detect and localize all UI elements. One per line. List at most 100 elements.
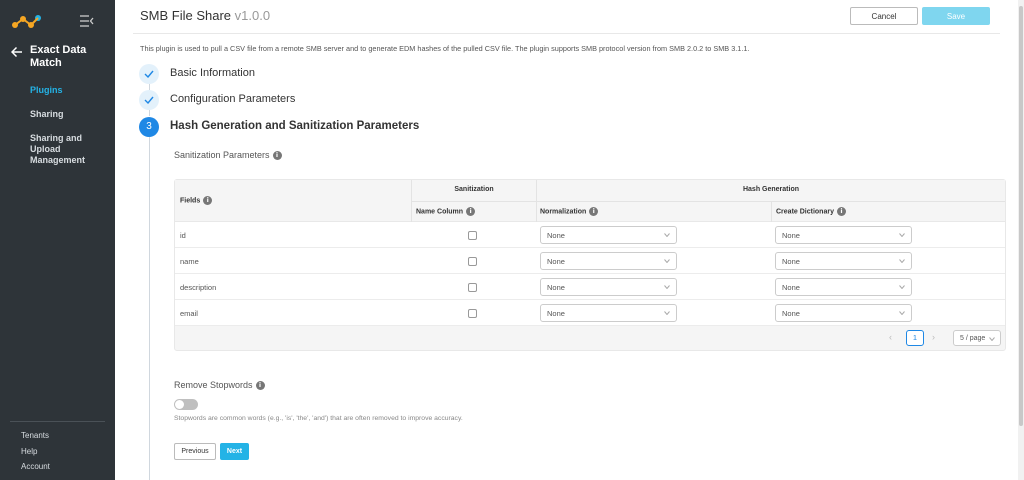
name-column-checkbox[interactable]: [468, 309, 477, 318]
table-row: description None None: [175, 274, 1005, 300]
header-normalization-text: Normalization: [540, 208, 587, 216]
field-name: id: [180, 231, 186, 240]
app-logo-icon[interactable]: [11, 14, 41, 30]
scrollbar-thumb[interactable]: [1019, 6, 1023, 426]
info-icon[interactable]: i: [836, 207, 846, 216]
sidebar-item-tenants[interactable]: Tenants: [21, 431, 50, 441]
info-icon[interactable]: i: [272, 151, 282, 161]
sidebar-item-account[interactable]: Account: [21, 462, 50, 472]
select-value: None: [547, 283, 565, 292]
plugin-version: v1.0.0: [234, 8, 271, 23]
create-dictionary-select[interactable]: None: [775, 304, 912, 322]
step-connector: [148, 110, 150, 116]
app-title: Exact Data Match: [30, 44, 87, 69]
cancel-button[interactable]: Cancel: [850, 7, 918, 25]
field-name: email: [180, 309, 198, 318]
page-title: SMB File Share v1.0.0: [140, 8, 270, 23]
section-title-text: Sanitization Parameters: [174, 150, 270, 160]
table-row: name None None: [175, 248, 1005, 274]
name-column-checkbox[interactable]: [468, 231, 477, 240]
main-content: SMB File Share v1.0.0 Cancel Save This p…: [115, 0, 1024, 480]
plugin-description: This plugin is used to pull a CSV file f…: [140, 44, 750, 53]
header-fields: Fields i: [180, 196, 213, 205]
step-done-indicator: [139, 90, 159, 110]
header-create-dictionary: Create Dictionary i: [776, 207, 846, 216]
remove-stopwords-title: Remove Stopwords i: [174, 380, 265, 391]
normalization-select[interactable]: None: [540, 304, 677, 322]
select-value: None: [782, 231, 800, 240]
stopwords-title-text: Remove Stopwords: [174, 380, 253, 390]
header-name-column-text: Name Column: [416, 208, 464, 216]
header-sanitization: Sanitization: [454, 186, 494, 193]
toggle-knob: [175, 400, 184, 409]
sidebar: Exact Data Match Plugins Sharing Sharing…: [0, 0, 115, 480]
info-icon[interactable]: i: [203, 196, 213, 205]
next-button[interactable]: Next: [220, 443, 249, 460]
create-dictionary-select[interactable]: None: [775, 252, 912, 270]
create-dictionary-select[interactable]: None: [775, 278, 912, 296]
sanitization-table: Fields i Sanitization Hash Generation Nam…: [174, 179, 1006, 351]
select-value: None: [782, 257, 800, 266]
chevron-down-icon: [899, 233, 905, 237]
chevron-down-icon: [899, 259, 905, 263]
sidebar-nav: Plugins Sharing Sharing and Upload Manag…: [30, 85, 112, 179]
sidebar-item-plugins[interactable]: Plugins: [30, 85, 112, 96]
check-icon: [144, 70, 154, 78]
pagination-page-1[interactable]: 1: [906, 330, 924, 346]
select-value: None: [547, 257, 565, 266]
name-column-checkbox[interactable]: [468, 257, 477, 266]
chevron-down-icon: [664, 285, 670, 289]
table-row: id None None: [175, 222, 1005, 248]
info-icon[interactable]: i: [589, 207, 599, 216]
header-divider: [412, 201, 1005, 202]
check-icon: [144, 96, 154, 104]
sidebar-item-help[interactable]: Help: [21, 447, 50, 457]
sidebar-divider: [10, 421, 105, 422]
previous-button[interactable]: Previous: [174, 443, 216, 460]
header-divider: [133, 33, 1000, 34]
sidebar-item-sharing[interactable]: Sharing: [30, 109, 112, 120]
field-name: name: [180, 257, 199, 266]
table-row: email None None: [175, 300, 1005, 326]
normalization-select[interactable]: None: [540, 278, 677, 296]
back-arrow-icon[interactable]: [11, 46, 23, 58]
chevron-down-icon: [899, 285, 905, 289]
field-name: description: [180, 283, 217, 292]
page-size-value: 5 / page: [960, 335, 986, 342]
header-normalization: Normalization i: [540, 207, 599, 216]
create-dictionary-select[interactable]: None: [775, 226, 912, 244]
chevron-down-icon: [664, 259, 670, 263]
header-hash-generation: Hash Generation: [742, 186, 799, 193]
step-number-indicator: 3: [139, 117, 159, 137]
sidebar-item-sharing-upload-management[interactable]: Sharing and Upload Management: [30, 133, 112, 166]
pagination-next-icon[interactable]: ›: [932, 332, 942, 342]
name-column-checkbox[interactable]: [468, 283, 477, 292]
select-value: None: [547, 309, 565, 318]
step-connector: [148, 137, 150, 480]
step-done-indicator: [139, 64, 159, 84]
scrollbar[interactable]: [1018, 0, 1024, 480]
header-fields-text: Fields: [180, 197, 201, 205]
header-create-dictionary-text: Create Dictionary: [776, 208, 834, 216]
step-label: Configuration Parameters: [170, 93, 296, 105]
chevron-down-icon: [664, 311, 670, 315]
chevron-down-icon: [664, 233, 670, 237]
info-icon[interactable]: i: [466, 207, 476, 216]
sidebar-bottom-nav: Tenants Help Account: [21, 431, 50, 478]
select-value: None: [547, 231, 565, 240]
step-label: Hash Generation and Sanitization Paramet…: [170, 120, 420, 132]
normalization-select[interactable]: None: [540, 226, 677, 244]
step-label: Basic Information: [170, 67, 255, 79]
save-button[interactable]: Save: [922, 7, 990, 25]
normalization-select[interactable]: None: [540, 252, 677, 270]
info-icon[interactable]: i: [255, 381, 265, 391]
chevron-down-icon: [899, 311, 905, 315]
sanitization-parameters-title: Sanitization Parameters i: [174, 150, 282, 161]
select-value: None: [782, 309, 800, 318]
collapse-menu-icon[interactable]: [80, 15, 94, 27]
stopwords-description: Stopwords are common words (e.g., 'is', …: [174, 415, 463, 422]
pagination-prev-icon[interactable]: ‹: [889, 332, 899, 342]
remove-stopwords-toggle[interactable]: [174, 399, 198, 410]
plugin-name: SMB File Share: [140, 8, 232, 23]
page-size-select[interactable]: 5 / page: [953, 330, 1001, 346]
